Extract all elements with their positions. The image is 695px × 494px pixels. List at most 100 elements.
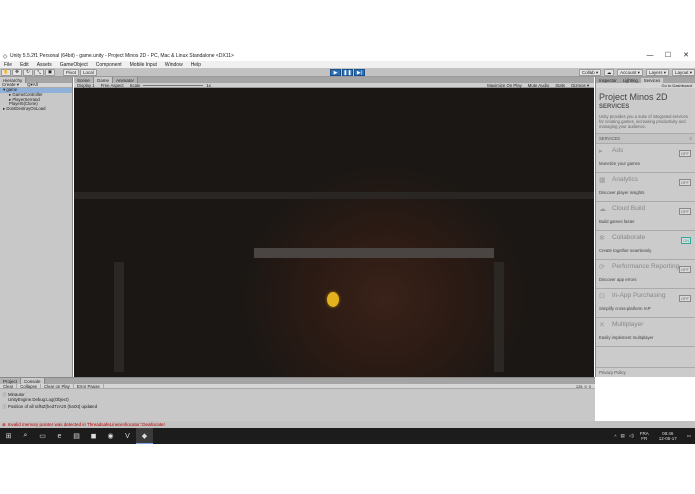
privacy-policy-link[interactable]: Privacy Policy [596, 367, 695, 377]
menu-bar: File Edit Assets GameObject Component Mo… [0, 61, 695, 68]
menu-icon[interactable]: ≡ [690, 136, 692, 141]
services-list: ▸ Ads Monetize your games OFF ▦ Analytics Disc… [596, 144, 695, 347]
display-dropdown[interactable]: Display 1 [74, 83, 98, 88]
windows-taskbar: ⊞ ⌕ ▭ e ▤ ◼ ◉ V ◆ ^ ▤ ◁) FRA FR 08:46 12… [0, 428, 695, 444]
menu-edit[interactable]: Edit [16, 62, 33, 68]
error-count[interactable]: 0 [589, 384, 591, 389]
account-dropdown[interactable]: Account ▾ [617, 69, 643, 76]
step-icon[interactable]: ▶| [354, 69, 365, 76]
service-item[interactable]: ☁ Cloud Build Build games faster OFF [596, 202, 695, 231]
service-icon: ✕ [599, 322, 605, 329]
service-name: Multiplayer [612, 321, 644, 328]
service-item[interactable]: ✻ Collaborate Create together seamlessly ON [596, 231, 695, 260]
menu-help[interactable]: Help [187, 62, 205, 68]
game-viewport[interactable] [74, 88, 594, 377]
unity-editor-screen: ◇ Unity 5.5.2f1 Personal (64bit) - game.… [0, 0, 695, 494]
edge-icon[interactable]: e [51, 428, 68, 444]
clear-button[interactable]: Clear [0, 383, 18, 389]
service-name: Performance Reporting [612, 263, 680, 270]
service-toggle[interactable]: OFF [679, 179, 691, 186]
tab-services[interactable]: Services [640, 77, 664, 83]
service-toggle[interactable]: ON [681, 237, 691, 244]
layers-dropdown[interactable]: Layers ▾ [645, 69, 669, 76]
collab-dropdown[interactable]: Collab ▾ [578, 69, 602, 76]
menu-component[interactable]: Component [92, 62, 126, 68]
tray-chevron-icon[interactable]: ^ [614, 434, 616, 439]
service-item[interactable]: ▦ Analytics Discover player insights OFF [596, 173, 695, 202]
left-column [114, 262, 124, 372]
language-indicator[interactable]: FRA FR [640, 431, 649, 441]
clock[interactable]: 08:46 12-05-17 [659, 431, 677, 441]
service-description: Discover player insights [599, 190, 645, 195]
notifications-icon[interactable]: ▭ [687, 433, 691, 439]
local-toggle[interactable]: Local [80, 68, 97, 76]
service-toggle[interactable]: OFF [679, 208, 691, 215]
service-item[interactable]: ⟳ Performance Reporting Discover app error… [596, 260, 695, 289]
store-icon[interactable]: ◼ [85, 428, 102, 444]
chrome-icon[interactable]: ◉ [102, 428, 119, 444]
service-toggle[interactable]: OFF [679, 150, 691, 157]
player-sprite [327, 292, 339, 307]
collapse-button[interactable]: Collapse [17, 383, 42, 389]
play-icon[interactable]: ▶ [330, 69, 341, 76]
service-toggle[interactable]: OFF [679, 295, 691, 302]
hierarchy-search[interactable]: Q▾All [27, 82, 38, 88]
error-pause-button[interactable]: Error Pause [74, 383, 104, 389]
log-count[interactable]: 125 [576, 384, 583, 389]
menu-window[interactable]: Window [161, 62, 187, 68]
search-icon[interactable]: ⌕ [17, 428, 34, 444]
service-description: Create together seamlessly [599, 248, 652, 253]
service-description: Discover app errors [599, 277, 637, 282]
task-view-icon[interactable]: ▭ [34, 428, 51, 444]
tab-lighting[interactable]: Lighting [620, 78, 641, 83]
service-description: Simplify cross-platform IAP [599, 306, 651, 311]
console-toolbar: Clear Collapse Clear on Play Error Pause [0, 383, 595, 389]
cloud-icon[interactable]: ☁ [604, 69, 615, 76]
game-panel: Scene Game Animator Display 1 Free Aspec… [74, 77, 594, 377]
menu-assets[interactable]: Assets [33, 62, 56, 68]
warning-count[interactable]: 0 [585, 384, 587, 389]
layout-dropdown[interactable]: Layout ▾ [671, 69, 695, 76]
aspect-dropdown[interactable]: Free Aspect [98, 83, 127, 88]
hand-tool-icon[interactable]: ✋ [1, 68, 11, 76]
service-icon: ⟳ [599, 264, 605, 271]
services-description: Unity provides you a suite of integrated… [599, 114, 688, 129]
maximize-button[interactable]: ☐ [659, 51, 677, 61]
console-log-entry[interactable]: ⓘ Minautor UnityEngine.Debug:Log(Object) [0, 392, 595, 402]
service-item[interactable]: ✕ Multiplayer Easily implement multiplayer [596, 318, 695, 347]
hierarchy-item[interactable]: ▸ DontDestroyOnLoad [0, 106, 72, 112]
unity-icon[interactable]: ◆ [136, 428, 153, 444]
hierarchy-panel: Hierarchy Create ▾ Q▾All ▾ game ▸ GameCon… [0, 77, 73, 377]
clear-on-play-button[interactable]: Clear on Play [41, 383, 74, 389]
service-icon: ⊡ [599, 293, 605, 300]
rotate-tool-icon[interactable]: ↻ [23, 68, 33, 76]
close-button[interactable]: ✕ [677, 51, 695, 61]
menu-gameobject[interactable]: GameObject [56, 62, 92, 68]
status-bar[interactable]: ⊗ Invalid memory pointer was detected in… [0, 421, 695, 428]
menu-file[interactable]: File [0, 62, 16, 68]
scale-label: Scale [129, 82, 141, 88]
service-item[interactable]: ⊡ In-App Purchasing Simplify cross-platfor… [596, 289, 695, 318]
rect-tool-icon[interactable]: ▣ [45, 68, 55, 76]
service-item[interactable]: ▸ Ads Monetize your games OFF [596, 144, 695, 173]
service-name: Cloud Build [612, 205, 646, 212]
start-icon[interactable]: ⊞ [0, 428, 17, 444]
console-log-entry[interactable]: ⓘ Position of all rafNZ(hedTzAz0 (hatXt) … [0, 404, 595, 409]
file-explorer-icon[interactable]: ▤ [68, 428, 85, 444]
hierarchy-list: ▾ game ▸ GameController ▸ PlayerSerrand Pla… [0, 87, 72, 112]
pause-icon[interactable]: ❚❚ [342, 69, 353, 76]
menu-mobile-input[interactable]: Mobile Input [126, 62, 161, 68]
network-icon[interactable]: ▤ [620, 433, 624, 439]
go-to-dashboard-link[interactable]: Go to Dashboard [662, 83, 692, 88]
pivot-toggle[interactable]: Pivot [63, 68, 80, 76]
unity-logo-icon: ◇ [2, 53, 8, 60]
visual-studio-icon[interactable]: V [119, 428, 136, 444]
move-tool-icon[interactable]: ✥ [12, 68, 22, 76]
minimize-button[interactable]: — [641, 51, 659, 61]
tab-inspector[interactable]: Inspector [596, 78, 620, 83]
scale-slider[interactable] [143, 84, 204, 86]
volume-icon[interactable]: ◁) [629, 433, 634, 439]
scale-tool-icon[interactable]: ⤡ [34, 68, 44, 76]
clock-date: 12-05-17 [658, 436, 677, 441]
service-toggle[interactable]: OFF [679, 266, 691, 273]
